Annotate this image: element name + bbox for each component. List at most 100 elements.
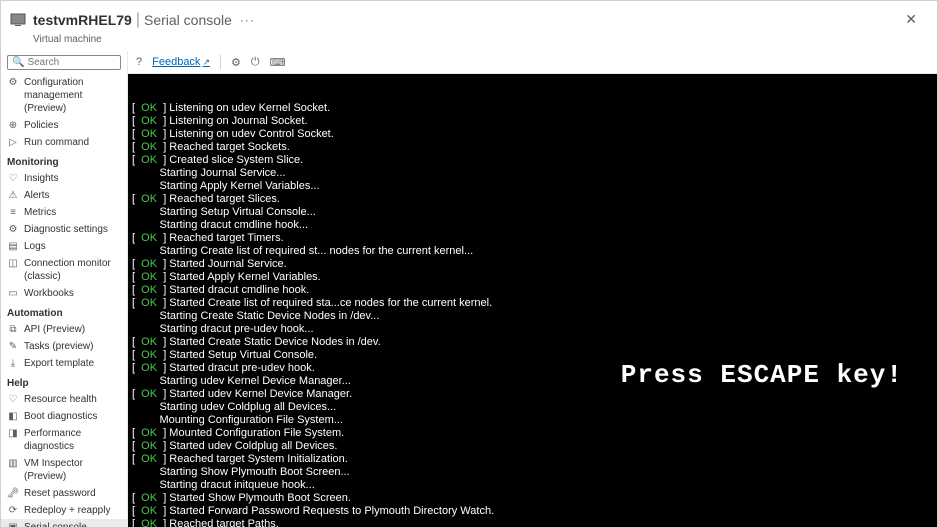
- feedback-label: Feedback: [152, 56, 200, 68]
- sidebar-item[interactable]: ▣Serial console: [1, 519, 127, 527]
- console-line: [ OK ] Reached target System Initializat…: [132, 453, 933, 466]
- nav-label: Diagnostic settings: [24, 223, 108, 236]
- sidebar-item[interactable]: ≡ Metrics: [1, 204, 127, 221]
- nav-label: Metrics: [24, 206, 56, 219]
- sidebar-item[interactable]: ✎Tasks (preview): [1, 338, 127, 355]
- console-line: [ OK ] Started Create list of required s…: [132, 297, 933, 310]
- section-help: Help: [1, 372, 127, 391]
- ok-status: OK: [141, 492, 157, 504]
- ok-status: OK: [141, 141, 157, 153]
- console-line: [ OK ] Started Create Static Device Node…: [132, 336, 933, 349]
- console-line: [ OK ] Started Forward Password Requests…: [132, 505, 933, 518]
- ok-status: OK: [141, 349, 157, 361]
- sidebar-item[interactable]: 🗝 Reset password: [1, 485, 127, 502]
- more-menu[interactable]: ···: [240, 13, 255, 27]
- nav-label: Configuration management (Preview): [24, 76, 121, 115]
- console-line: Starting dracut cmdline hook...: [132, 219, 933, 232]
- console-line: Starting dracut initqueue hook...: [132, 479, 933, 492]
- ok-status: OK: [141, 518, 157, 527]
- serial-console[interactable]: [ OK ] Listening on udev Kernel Socket.[…: [128, 74, 937, 527]
- nav-label: Alerts: [24, 189, 50, 202]
- sidebar: 🔍 ⚙Configuration management (Preview)⊕Po…: [1, 51, 128, 527]
- search-input[interactable]: [27, 57, 116, 68]
- nav-icon: ◧: [7, 410, 19, 422]
- sidebar-item[interactable]: ♡ Insights: [1, 170, 127, 187]
- sidebar-item[interactable]: ◨Performance diagnostics: [1, 425, 127, 455]
- sidebar-item[interactable]: ⚙Configuration management (Preview): [1, 74, 127, 117]
- nav-icon: ⚠: [7, 189, 19, 201]
- sidebar-item[interactable]: ⧉ API (Preview): [1, 321, 127, 338]
- console-line: Starting Apply Kernel Variables...: [132, 180, 933, 193]
- nav-label: API (Preview): [24, 323, 85, 336]
- console-line: [ OK ] Reached target Timers.: [132, 232, 933, 245]
- ok-status: OK: [141, 440, 157, 452]
- ok-status: OK: [141, 154, 157, 166]
- sidebar-item[interactable]: ◧Boot diagnostics: [1, 408, 127, 425]
- sidebar-item[interactable]: ⊕Policies: [1, 117, 127, 134]
- nav-icon: ⚙: [7, 223, 19, 235]
- sidebar-item[interactable]: ▷Run command: [1, 134, 127, 151]
- page-title: Serial console: [144, 12, 232, 28]
- nav-label: Insights: [24, 172, 58, 185]
- nav-icon: ≡: [7, 206, 19, 218]
- console-line: [ OK ] Started dracut cmdline hook.: [132, 284, 933, 297]
- ok-status: OK: [141, 336, 157, 348]
- nav-icon: ♡: [7, 172, 19, 184]
- console-line: [ OK ] Reached target Slices.: [132, 193, 933, 206]
- section-monitoring: Monitoring: [1, 151, 127, 170]
- settings-icon[interactable]: ⚙: [231, 56, 241, 69]
- help-icon[interactable]: ?: [136, 56, 142, 68]
- external-link-icon: ↗: [202, 57, 210, 68]
- nav-icon: 🗝: [7, 487, 19, 499]
- nav-label: Serial console: [24, 521, 87, 527]
- vm-icon: [9, 11, 27, 29]
- sidebar-item[interactable]: ⚠ Alerts: [1, 187, 127, 204]
- ok-status: OK: [141, 284, 157, 296]
- nav-icon: ▥: [7, 457, 19, 469]
- console-line: [ OK ] Reached target Sockets.: [132, 141, 933, 154]
- sidebar-item[interactable]: ▥ VM Inspector (Preview): [1, 455, 127, 485]
- sidebar-item[interactable]: ⟳ Redeploy + reapply: [1, 502, 127, 519]
- search-box[interactable]: 🔍: [7, 55, 121, 70]
- nav-label: Export template: [24, 357, 94, 370]
- sidebar-item[interactable]: ⤓Export template: [1, 355, 127, 372]
- ok-status: OK: [141, 128, 157, 140]
- nav-icon: ◨: [7, 427, 19, 439]
- console-line: Starting Setup Virtual Console...: [132, 206, 933, 219]
- feedback-link[interactable]: Feedback ↗: [152, 56, 210, 68]
- close-button[interactable]: ✕: [897, 7, 925, 32]
- console-line: [ OK ] Started Show Plymouth Boot Screen…: [132, 492, 933, 505]
- ok-status: OK: [141, 115, 157, 127]
- nav-label: Policies: [24, 119, 58, 132]
- ok-status: OK: [141, 453, 157, 465]
- nav-label: Connection monitor (classic): [24, 257, 121, 283]
- nav-icon: ▭: [7, 287, 19, 299]
- content-pane: ? Feedback ↗ ⚙ ⏻ ⌨ [ OK ] Listening on u…: [128, 51, 937, 527]
- ok-status: OK: [141, 102, 157, 114]
- nav-label: Redeploy + reapply: [24, 504, 110, 517]
- console-line: Starting Create list of required st... n…: [132, 245, 933, 258]
- sidebar-item[interactable]: ◫Connection monitor (classic): [1, 255, 127, 285]
- ok-status: OK: [141, 505, 157, 517]
- sidebar-item[interactable]: ♡ Resource health: [1, 391, 127, 408]
- nav-label: Reset password: [24, 487, 96, 500]
- console-line: Mounting Configuration File System...: [132, 414, 933, 427]
- nav-label: Resource health: [24, 393, 97, 406]
- page-header: testvmRHEL79 | Serial console ··· ✕: [1, 1, 937, 34]
- keyboard-icon[interactable]: ⌨: [270, 56, 286, 69]
- escape-overlay: Press ESCAPE key!: [621, 369, 903, 382]
- nav-icon: ♡: [7, 393, 19, 405]
- sidebar-item[interactable]: ▭ Workbooks: [1, 285, 127, 302]
- console-line: [ OK ] Mounted Configuration File System…: [132, 427, 933, 440]
- nav-icon: ⧉: [7, 323, 19, 335]
- nav-label: Workbooks: [24, 287, 74, 300]
- sidebar-item[interactable]: ⚙ Diagnostic settings: [1, 221, 127, 238]
- restart-icon[interactable]: ⏻: [251, 56, 260, 69]
- ok-status: OK: [141, 258, 157, 270]
- console-line: Starting Show Plymouth Boot Screen...: [132, 466, 933, 479]
- nav-icon: ⟳: [7, 504, 19, 516]
- nav-label: VM Inspector (Preview): [24, 457, 121, 483]
- sidebar-item[interactable]: ▤Logs: [1, 238, 127, 255]
- console-line: Starting dracut pre-udev hook...: [132, 323, 933, 336]
- console-line: Starting udev Coldplug all Devices...: [132, 401, 933, 414]
